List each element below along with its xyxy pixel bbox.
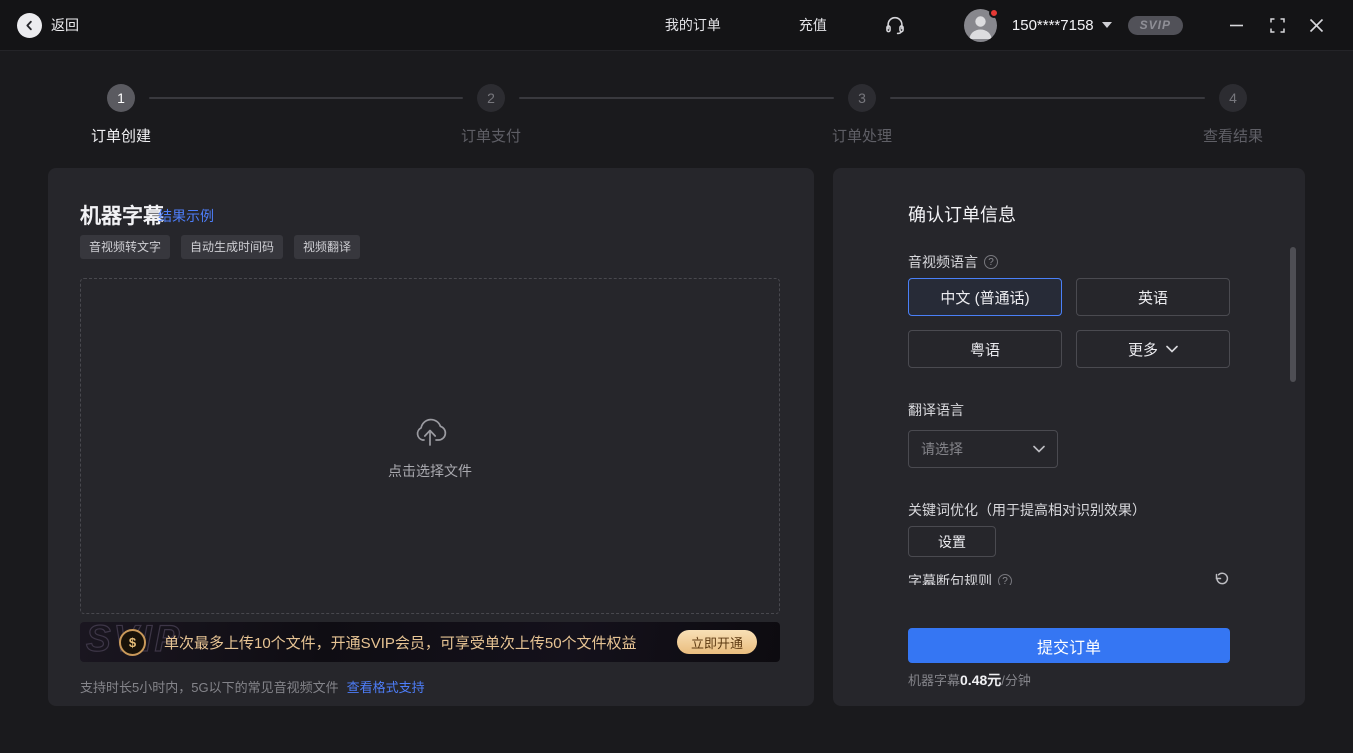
maximize-button[interactable]	[1268, 16, 1286, 34]
feature-tag: 视频翻译	[294, 235, 360, 259]
chevron-down-icon	[1033, 445, 1045, 453]
lang-more-button[interactable]: 更多	[1076, 330, 1230, 368]
format-support-link[interactable]: 查看格式支持	[347, 680, 425, 695]
step-1-circle: 1	[107, 84, 135, 112]
audio-language-label: 音视频语言	[908, 252, 998, 272]
back-label: 返回	[51, 15, 79, 35]
translate-language-label-text: 翻译语言	[908, 400, 964, 420]
svip-promo-text: 单次最多上传10个文件，开通SVIP会员，可享受单次上传50个文件权益	[164, 632, 637, 653]
keyword-optimize-label: 关键词优化（用于提高相对识别效果）	[908, 500, 1146, 520]
account-phone[interactable]: 150****7158	[1012, 17, 1094, 34]
reset-icon[interactable]	[1214, 571, 1230, 585]
svip-coin-icon: $	[119, 629, 146, 656]
nav-my-orders[interactable]: 我的订单	[665, 15, 721, 35]
restrictions-text: 支持时长5小时内，5G以下的常见音视频文件	[80, 680, 339, 695]
titlebar: 返回 我的订单 充值 150****7158 SVIP	[0, 0, 1353, 51]
step-4-label: 查看结果	[1173, 125, 1293, 146]
support-headset-icon[interactable]	[884, 14, 906, 36]
back-button[interactable]: 返回	[17, 13, 79, 38]
step-2-label: 订单支付	[431, 125, 551, 146]
step-indicator: 1 2 3 4 订单创建 订单支付 订单处理 查看结果	[0, 52, 1353, 152]
lang-option-mandarin[interactable]: 中文 (普通话)	[908, 278, 1062, 316]
subtitle-rule-label-text: 字幕断句规则	[908, 571, 992, 585]
price-prefix: 机器字幕	[908, 673, 960, 688]
app-window: 返回 我的订单 充值 150****7158 SVIP	[0, 0, 1353, 753]
cloud-upload-icon	[410, 411, 450, 451]
submit-order-button[interactable]: 提交订单	[908, 628, 1230, 663]
close-button[interactable]	[1307, 16, 1325, 34]
submit-order-label: 提交订单	[1037, 634, 1101, 658]
help-icon[interactable]	[984, 255, 998, 269]
lang-option-label: 中文 (普通话)	[940, 287, 1029, 308]
select-placeholder: 请选择	[921, 439, 963, 459]
lang-option-cantonese[interactable]: 粤语	[908, 330, 1062, 368]
keyword-optimize-label-text: 关键词优化（用于提高相对识别效果）	[908, 500, 1146, 520]
notification-dot	[989, 8, 999, 18]
lang-more-label: 更多	[1128, 339, 1158, 360]
svip-promo-banner: SVIP $ 单次最多上传10个文件，开通SVIP会员，可享受单次上传50个文件…	[80, 622, 780, 662]
lang-option-label: 英语	[1138, 287, 1168, 308]
feature-tag: 自动生成时间码	[181, 235, 283, 259]
account-caret-down-icon[interactable]	[1102, 22, 1112, 28]
order-confirm-panel: 确认订单信息 音视频语言 中文 (普通话) 英语 粤语 更多 翻译语言 请选择 …	[833, 168, 1305, 706]
nav-recharge[interactable]: 充值	[799, 15, 827, 35]
upload-restrictions: 支持时长5小时内，5G以下的常见音视频文件查看格式支持	[80, 677, 425, 696]
step-3-label: 订单处理	[802, 125, 922, 146]
step-2-circle: 2	[477, 84, 505, 112]
svip-badge: SVIP	[1128, 16, 1183, 35]
feature-tag: 音视频转文字	[80, 235, 170, 259]
order-create-panel: 机器字幕 结果示例 音视频转文字 自动生成时间码 视频翻译 点击选择文件 SVI…	[48, 168, 814, 706]
price-unit: /分钟	[1001, 673, 1031, 688]
service-title: 机器字幕	[80, 200, 164, 230]
lang-option-english[interactable]: 英语	[1076, 278, 1230, 316]
step-3-circle: 3	[848, 84, 876, 112]
user-avatar[interactable]	[964, 9, 997, 42]
price-row: 机器字幕0.48元/分钟	[908, 670, 1031, 690]
price-value: 0.48元	[960, 672, 1001, 688]
chevron-down-icon	[1166, 345, 1178, 353]
chevron-left-icon	[17, 13, 42, 38]
audio-language-label-text: 音视频语言	[908, 252, 978, 272]
step-1-label: 订单创建	[61, 125, 181, 146]
step-line-1	[149, 97, 463, 99]
scrollbar-thumb[interactable]	[1290, 247, 1296, 382]
clipped-scroll-row: 字幕断句规则	[908, 571, 1230, 585]
step-line-3	[890, 97, 1205, 99]
file-upload-dropzone[interactable]: 点击选择文件	[80, 278, 780, 614]
step-line-2	[519, 97, 834, 99]
keyword-settings-button[interactable]: 设置	[908, 526, 996, 557]
help-icon	[998, 574, 1012, 585]
result-example-link[interactable]: 结果示例	[158, 206, 214, 226]
feature-tags: 音视频转文字 自动生成时间码 视频翻译	[80, 235, 360, 259]
confirm-title: 确认订单信息	[908, 201, 1016, 227]
step-4-circle: 4	[1219, 84, 1247, 112]
keyword-settings-label: 设置	[938, 532, 966, 552]
translate-language-select[interactable]: 请选择	[908, 430, 1058, 468]
minimize-button[interactable]	[1227, 16, 1245, 34]
subtitle-rule-label: 字幕断句规则	[908, 571, 1012, 585]
open-svip-button[interactable]: 立即开通	[677, 630, 757, 654]
lang-option-label: 粤语	[970, 339, 1000, 360]
translate-language-label: 翻译语言	[908, 400, 964, 420]
upload-hint-label: 点击选择文件	[388, 461, 472, 481]
